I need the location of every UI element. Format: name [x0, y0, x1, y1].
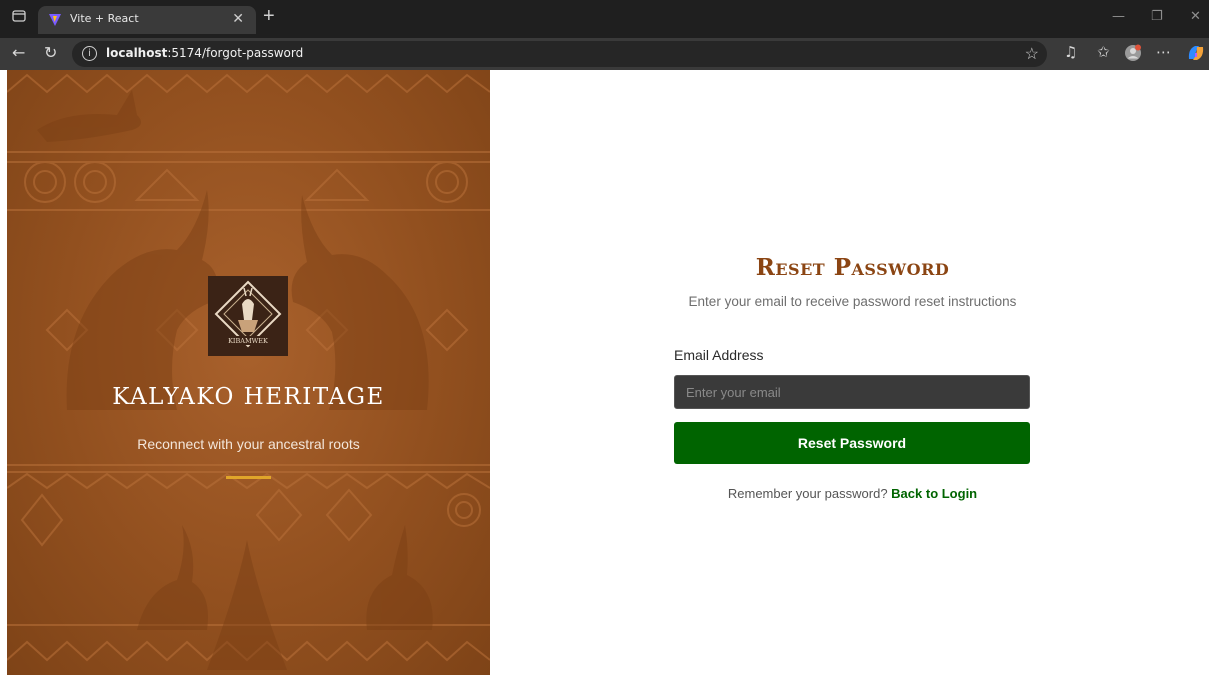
minimize-icon[interactable]: — [1112, 9, 1125, 24]
url-field[interactable]: i localhost:5174/forgot-password ☆ [72, 41, 1047, 67]
profile-icon[interactable] [1124, 44, 1142, 62]
heritage-hero-panel: KIBAMWEK KALYAKO HERITAGE Reconnect with… [7, 70, 490, 675]
back-to-login-link[interactable]: Back to Login [891, 486, 977, 501]
favorite-star-icon[interactable]: ☆ [1025, 44, 1039, 64]
close-window-icon[interactable]: ✕ [1190, 9, 1201, 24]
tab-title: Vite + React [70, 12, 139, 25]
close-icon[interactable]: ✕ [232, 10, 244, 27]
email-input[interactable] [674, 375, 1030, 409]
kibamwek-logo: KIBAMWEK [208, 276, 288, 356]
sidebar-toggle-icon[interactable] [12, 9, 26, 23]
antelope-emblem-icon: KIBAMWEK [214, 280, 282, 348]
new-tab-icon[interactable]: + [263, 6, 275, 26]
remember-row: Remember your password? Back to Login [674, 486, 1031, 501]
brand-subtitle: Reconnect with your ancestral roots [137, 436, 360, 452]
tribal-pattern-background [7, 73, 490, 670]
copilot-icon[interactable] [1186, 43, 1206, 63]
browser-tab-bar: Vite + React ✕ + — ❐ ✕ [0, 0, 1209, 38]
restore-icon[interactable]: ❐ [1151, 9, 1163, 24]
more-icon[interactable]: ⋯ [1156, 44, 1171, 60]
reset-password-button[interactable]: Reset Password [674, 422, 1030, 464]
vite-favicon-icon [49, 14, 61, 26]
email-label: Email Address [674, 347, 764, 363]
address-bar-row: ← ↻ i localhost:5174/forgot-password ☆ ♫… [0, 38, 1209, 70]
form-description: Enter your email to receive password res… [688, 294, 1017, 309]
brand-title: KALYAKO HERITAGE [112, 384, 385, 410]
logo-text: KIBAMWEK [228, 337, 268, 345]
browser-tab[interactable]: Vite + React ✕ [38, 6, 256, 34]
accent-divider [226, 476, 271, 479]
remember-text: Remember your password? [727, 486, 892, 501]
back-icon[interactable]: ← [12, 45, 25, 61]
refresh-icon[interactable]: ↻ [44, 45, 57, 61]
info-icon[interactable]: i [82, 46, 97, 61]
read-aloud-icon[interactable]: ♫ [1064, 44, 1077, 60]
favorites-icon[interactable]: ✩ [1097, 44, 1110, 60]
url-text: localhost:5174/forgot-password [106, 46, 304, 60]
form-title: Reset Password [755, 254, 950, 281]
